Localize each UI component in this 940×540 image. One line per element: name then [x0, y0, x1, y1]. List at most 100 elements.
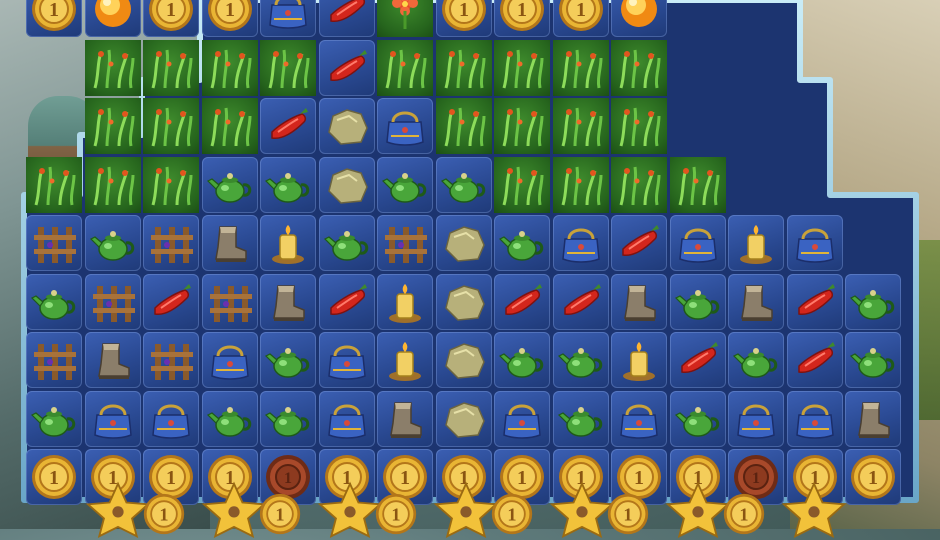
tile-teapot[interactable]: [318, 215, 375, 271]
tile-teapot[interactable]: [26, 273, 82, 330]
tile-boot[interactable]: [84, 332, 141, 388]
tile-candle[interactable]: [728, 215, 784, 271]
tile-rock[interactable]: [435, 390, 492, 447]
tile-teapot[interactable]: [260, 332, 316, 388]
tile-teapot[interactable]: [845, 332, 901, 388]
tile-grass[interactable]: [84, 98, 141, 154]
tile-grass[interactable]: [435, 39, 492, 96]
tile-boot[interactable]: [201, 215, 258, 271]
tile-grass[interactable]: [552, 39, 609, 96]
tile-rock[interactable]: [435, 273, 492, 330]
tile-fence[interactable]: [201, 273, 258, 330]
tile-teapot[interactable]: [377, 156, 433, 213]
tile-teapot[interactable]: [260, 390, 316, 447]
tile-grass[interactable]: [669, 156, 726, 213]
tile-teapot[interactable]: [435, 156, 492, 213]
tile-grass[interactable]: [84, 39, 141, 96]
tile-boot[interactable]: [377, 390, 433, 447]
tile-coin[interactable]: 1: [494, 0, 550, 37]
tile-teapot[interactable]: [84, 215, 141, 271]
tile-grass[interactable]: [611, 156, 667, 213]
tile-flower[interactable]: [377, 0, 433, 37]
tile-boot[interactable]: [611, 273, 667, 330]
tile-rock[interactable]: [318, 98, 375, 154]
tile-pepper[interactable]: [552, 273, 609, 330]
tile-teapot[interactable]: [201, 156, 258, 213]
tile-pepper[interactable]: [318, 0, 375, 37]
tile-teapot[interactable]: [494, 332, 550, 388]
tile-pepper[interactable]: [786, 273, 843, 330]
tile-grass[interactable]: [435, 98, 492, 154]
tile-grass[interactable]: [552, 156, 609, 213]
tile-coin[interactable]: 1: [201, 0, 258, 37]
tile-pepper[interactable]: [611, 215, 667, 271]
tile-fire-orb[interactable]: [611, 0, 667, 37]
tile-grass[interactable]: [494, 98, 550, 154]
tile-pepper[interactable]: [786, 332, 843, 388]
tile-pepper[interactable]: [143, 273, 199, 330]
tile-teapot[interactable]: [201, 390, 258, 447]
tile-teapot[interactable]: [552, 390, 609, 447]
tile-candle[interactable]: [611, 332, 667, 388]
tile-teapot[interactable]: [552, 332, 609, 388]
tile-candle[interactable]: [377, 332, 433, 388]
tile-teapot[interactable]: [26, 390, 82, 447]
tile-grass[interactable]: [377, 39, 433, 96]
tile-grass[interactable]: [611, 98, 667, 154]
tile-coin[interactable]: 1: [435, 0, 492, 37]
tile-teapot[interactable]: [845, 273, 901, 330]
tile-teapot[interactable]: [669, 273, 726, 330]
tile-boot[interactable]: [728, 273, 784, 330]
tile-purse[interactable]: [377, 98, 433, 154]
tile-fence[interactable]: [143, 215, 199, 271]
tile-teapot[interactable]: [669, 390, 726, 447]
tile-fence[interactable]: [377, 215, 433, 271]
tile-purse[interactable]: [786, 390, 843, 447]
tile-grass[interactable]: [143, 156, 199, 213]
tile-purse[interactable]: [669, 215, 726, 271]
tile-rock[interactable]: [435, 332, 492, 388]
tile-purse[interactable]: [494, 390, 550, 447]
tile-purse[interactable]: [552, 215, 609, 271]
tile-pepper[interactable]: [318, 39, 375, 96]
tile-boot[interactable]: [260, 273, 316, 330]
tile-rock[interactable]: [318, 156, 375, 213]
tile-pepper[interactable]: [318, 273, 375, 330]
tile-fire-orb[interactable]: [84, 0, 141, 37]
tile-fence[interactable]: [84, 273, 141, 330]
tile-teapot[interactable]: [494, 215, 550, 271]
tile-purse[interactable]: [611, 390, 667, 447]
tile-pepper[interactable]: [494, 273, 550, 330]
tile-purse[interactable]: [318, 390, 375, 447]
tile-purse[interactable]: [728, 390, 784, 447]
tile-teapot[interactable]: [260, 156, 316, 213]
tile-grass[interactable]: [84, 156, 141, 213]
tile-pepper[interactable]: [260, 98, 316, 154]
tile-purse[interactable]: [201, 332, 258, 388]
tile-grass[interactable]: [611, 39, 667, 96]
tile-coin[interactable]: 1: [143, 0, 199, 37]
tile-fence[interactable]: [26, 215, 82, 271]
tile-grass[interactable]: [26, 156, 82, 213]
tile-grass[interactable]: [143, 39, 199, 96]
tile-grass[interactable]: [494, 39, 550, 96]
tile-grass[interactable]: [201, 39, 258, 96]
tile-grass[interactable]: [260, 39, 316, 96]
tile-teapot[interactable]: [728, 332, 784, 388]
tile-purse[interactable]: [318, 332, 375, 388]
tile-boot[interactable]: [845, 390, 901, 447]
tile-candle[interactable]: [260, 215, 316, 271]
tile-grass[interactable]: [143, 98, 199, 154]
tile-grass[interactable]: [201, 98, 258, 154]
tile-candle[interactable]: [377, 273, 433, 330]
tile-purse[interactable]: [143, 390, 199, 447]
tile-pepper[interactable]: [669, 332, 726, 388]
tile-coin[interactable]: 1: [26, 0, 82, 37]
tile-rock[interactable]: [435, 215, 492, 271]
tile-coin[interactable]: 1: [552, 0, 609, 37]
tile-purse[interactable]: [84, 390, 141, 447]
tile-fence[interactable]: [143, 332, 199, 388]
tile-grass[interactable]: [552, 98, 609, 154]
tile-grass[interactable]: [494, 156, 550, 213]
tile-fence[interactable]: [26, 332, 82, 388]
